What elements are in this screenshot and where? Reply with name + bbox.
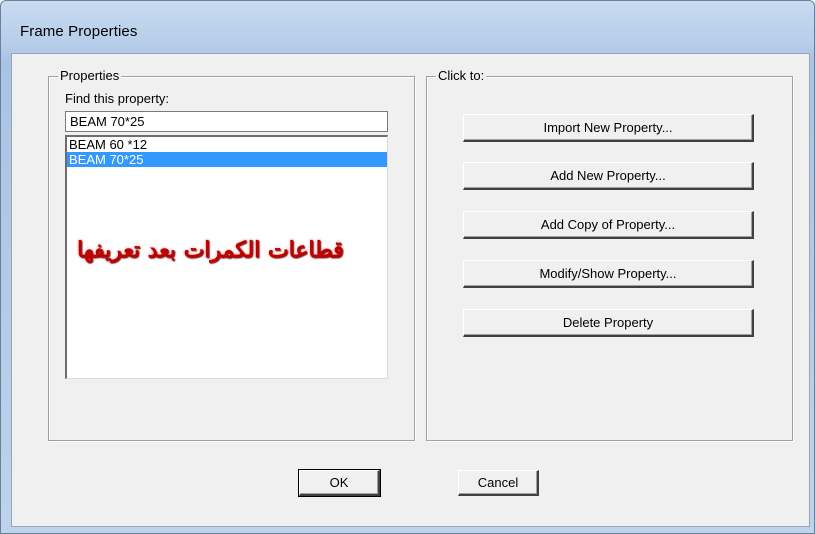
property-listbox[interactable]: BEAM 60 *12 BEAM 70*25 قطاعات الكمرات بع… bbox=[65, 135, 388, 379]
import-new-property-button[interactable]: Import New Property... bbox=[463, 114, 754, 142]
cancel-button[interactable]: Cancel bbox=[458, 470, 539, 496]
dialog-client-area: Properties Find this property: BEAM 60 *… bbox=[11, 53, 810, 527]
properties-group-legend: Properties bbox=[58, 68, 122, 83]
delete-property-button[interactable]: Delete Property bbox=[463, 309, 754, 337]
frame-properties-window: Frame Properties Properties Find this pr… bbox=[0, 0, 815, 534]
window-title: Frame Properties bbox=[20, 23, 138, 40]
modify-show-property-button[interactable]: Modify/Show Property... bbox=[463, 260, 754, 288]
actions-group-legend: Click to: bbox=[436, 68, 487, 83]
list-item[interactable]: BEAM 60 *12 bbox=[67, 137, 387, 152]
find-property-input[interactable] bbox=[65, 111, 388, 132]
properties-group: Properties Find this property: BEAM 60 *… bbox=[48, 68, 415, 441]
add-new-property-button[interactable]: Add New Property... bbox=[463, 162, 754, 190]
add-copy-of-property-button[interactable]: Add Copy of Property... bbox=[463, 211, 754, 239]
arabic-annotation: قطاعات الكمرات بعد تعريفها bbox=[77, 237, 344, 263]
find-property-label: Find this property: bbox=[65, 91, 170, 106]
actions-group: Click to: Import New Property... Add New… bbox=[426, 68, 793, 441]
title-bar[interactable]: Frame Properties bbox=[1, 1, 814, 53]
list-item-selected[interactable]: BEAM 70*25 bbox=[67, 152, 387, 167]
ok-button[interactable]: OK bbox=[298, 469, 381, 497]
